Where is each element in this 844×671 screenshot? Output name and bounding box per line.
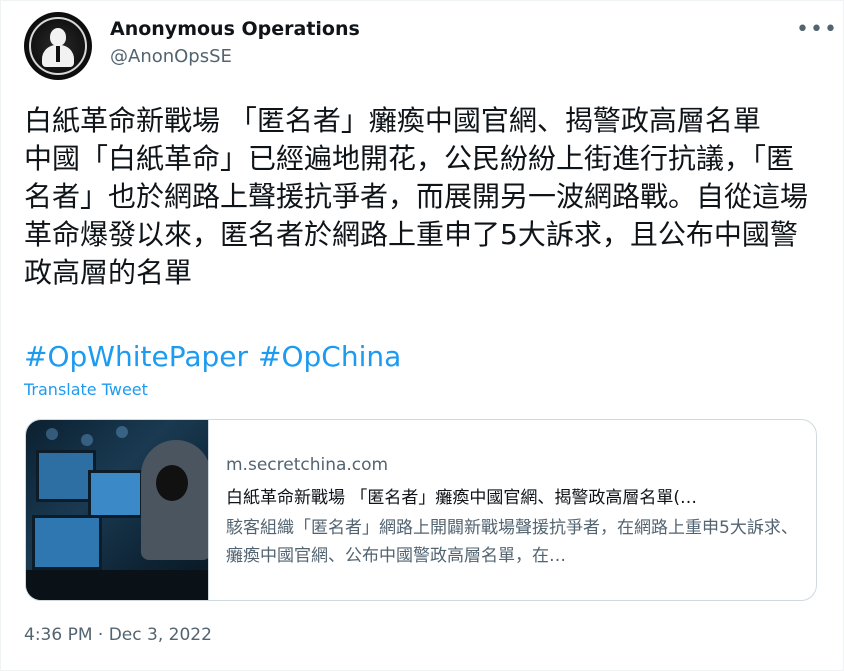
translate-tweet-link[interactable]: Translate Tweet	[24, 380, 148, 399]
card-body: m.secretchina.com 白紙革命新戰場 「匿名者」癱瘓中國官網、揭警…	[208, 420, 816, 600]
hashtag-opchina[interactable]: #OpChina	[258, 340, 401, 373]
card-domain: m.secretchina.com	[226, 455, 389, 475]
tweet-text-line-2: 中國「白紙革命」已經遍地開花，公民紛紛上街進行抗議，「匿名者」也於網路上聲援抗爭…	[24, 142, 809, 289]
thumb-monitor	[88, 470, 143, 518]
avatar-figure-tie	[56, 46, 60, 62]
decor-dot	[81, 434, 93, 446]
decor-dot	[116, 426, 128, 438]
hashtag-opwhitepaper[interactable]: #OpWhitePaper	[24, 340, 248, 373]
avatar-figure-head	[50, 28, 66, 46]
thumb-desk	[26, 570, 208, 600]
decor-dot	[46, 428, 58, 440]
hashtag-row: #OpWhitePaper #OpChina	[24, 338, 411, 376]
thumb-hooded-face	[156, 465, 188, 501]
tweet-header: Anonymous Operations @AnonOpsSE •••	[24, 10, 837, 80]
thumb-monitor	[36, 450, 96, 502]
author-name[interactable]: Anonymous Operations	[110, 18, 360, 40]
card-title: 白紙革命新戰場 「匿名者」癱瘓中國官網、揭警政高層名單(…	[226, 488, 698, 508]
tweet-text: 白紙革命新戰場 「匿名者」癱瘓中國官網、揭警政高層名單 中國「白紙革命」已經遍地…	[24, 102, 814, 292]
card-thumbnail-image	[26, 420, 208, 600]
author-handle[interactable]: @AnonOpsSE	[110, 46, 232, 67]
card-description: 駭客組織「匿名者」網路上開闢新戰場聲援抗爭者，在網路上重申5大訴求、癱瘓中國官網…	[226, 518, 798, 566]
tweet-text-line-1: 白紙革命新戰場 「匿名者」癱瘓中國官網、揭警政高層名單	[24, 104, 761, 137]
more-horizontal-icon[interactable]: •••	[796, 16, 837, 44]
avatar[interactable]	[24, 12, 92, 80]
tweet-timestamp[interactable]: 4:36 PM · Dec 3, 2022	[24, 625, 212, 645]
thumb-monitor	[32, 515, 102, 570]
link-preview-card[interactable]: m.secretchina.com 白紙革命新戰場 「匿名者」癱瘓中國官網、揭警…	[25, 419, 817, 601]
